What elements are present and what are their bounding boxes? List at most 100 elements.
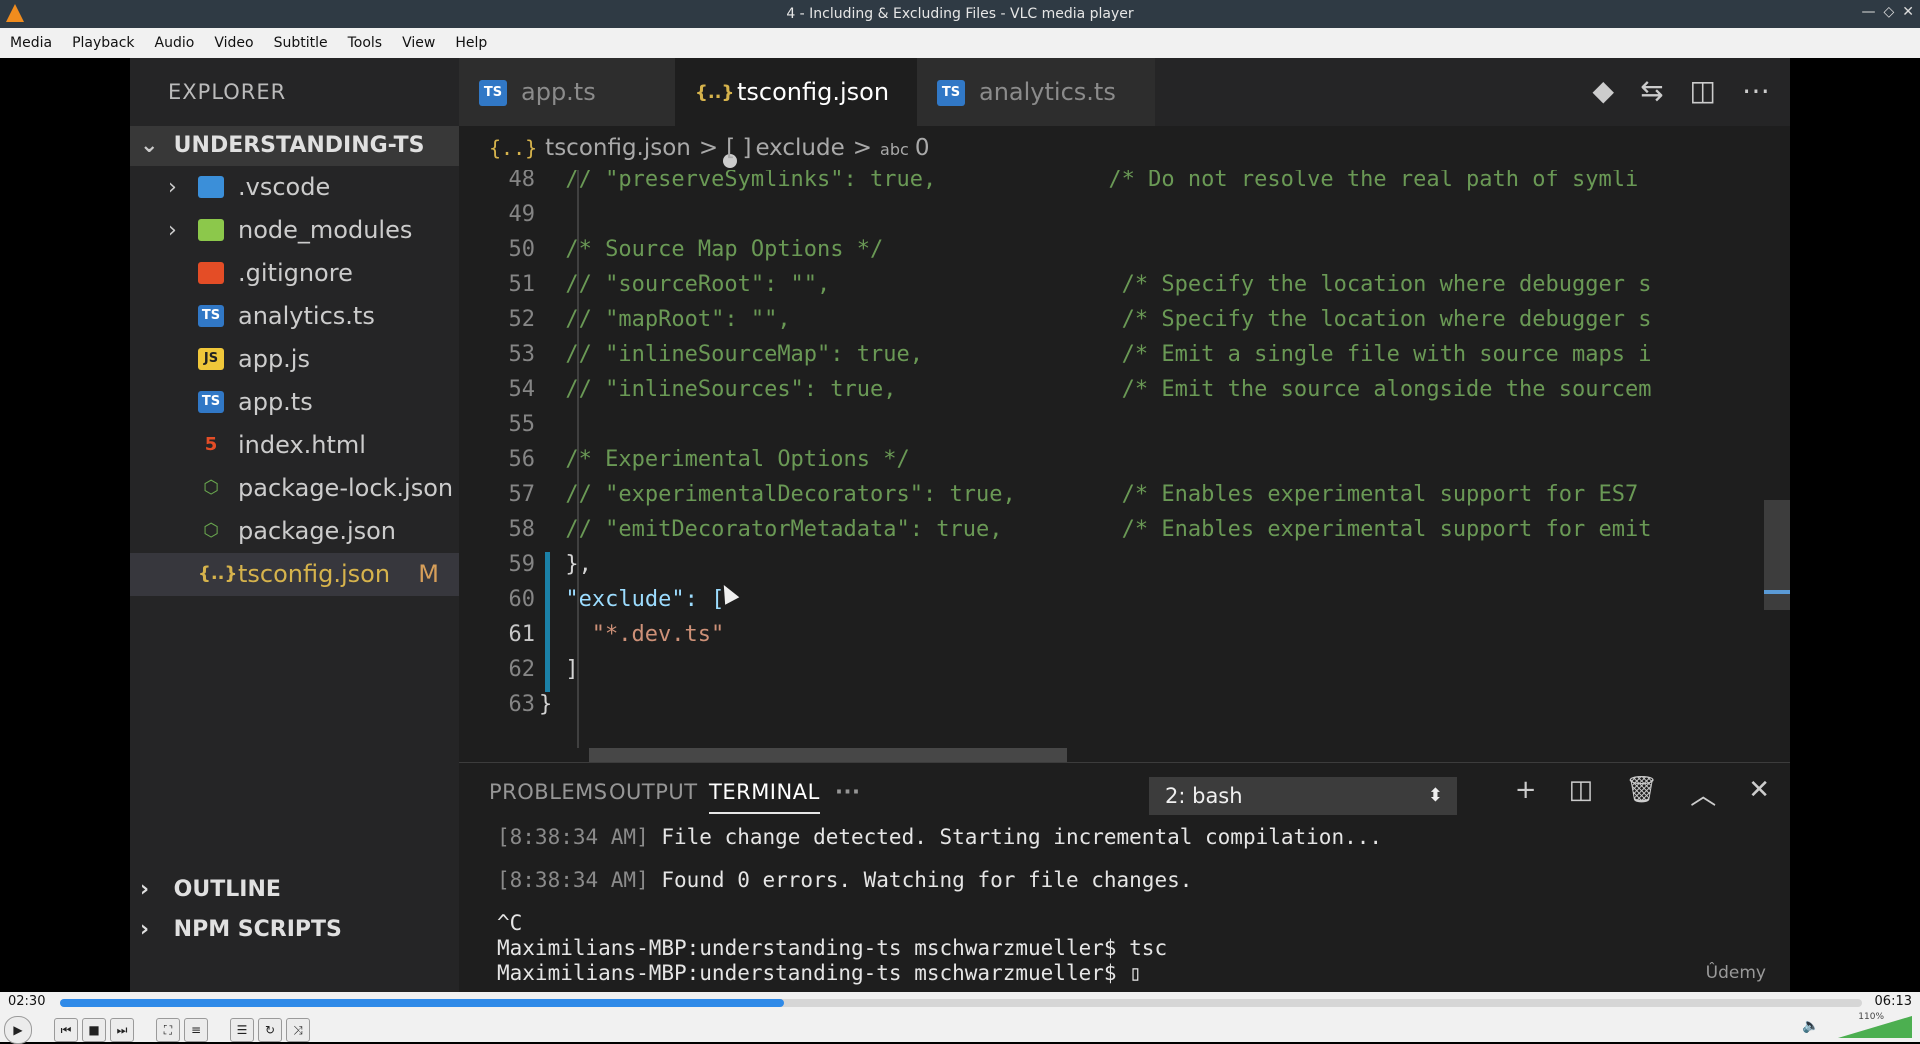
horizontal-scrollbar[interactable] bbox=[589, 748, 1067, 762]
code-line: 59}, bbox=[459, 547, 1790, 582]
tab-output[interactable]: OUTPUT bbox=[609, 780, 698, 804]
code-line: 63} bbox=[459, 687, 1790, 722]
compare-changes-icon[interactable]: ⇆ bbox=[1640, 74, 1663, 107]
terminal-text: Found 0 errors. Watching for file change… bbox=[648, 868, 1193, 892]
tree-item-label: app.js bbox=[238, 345, 310, 373]
terminal-output[interactable]: [8:38:34 AM] File change detected. Start… bbox=[497, 825, 1382, 986]
split-terminal-icon[interactable]: ◫ bbox=[1569, 775, 1594, 812]
loop-icon[interactable]: ↻ bbox=[258, 1018, 282, 1042]
npm-scripts-section[interactable]: › NPM SCRIPTS bbox=[130, 910, 469, 950]
json-icon: {..} bbox=[489, 136, 538, 160]
git-diamond-icon[interactable]: ◆ bbox=[1593, 74, 1615, 107]
folder-node-icon bbox=[198, 219, 224, 241]
speaker-icon[interactable]: 🔈 bbox=[1802, 1018, 1819, 1034]
fullscreen-icon[interactable]: ⛶ bbox=[156, 1018, 180, 1042]
line-number: 58 bbox=[508, 517, 536, 542]
tab-analytics-ts[interactable]: TS analytics.ts bbox=[917, 58, 1155, 126]
video-surface[interactable]: EXPLORER ⌄ UNDERSTANDING-TS › .vscode › nod… bbox=[0, 58, 1920, 992]
menu-audio[interactable]: Audio bbox=[145, 35, 205, 51]
menu-subtitle[interactable]: Subtitle bbox=[264, 35, 338, 51]
tab-app-ts[interactable]: TS app.ts bbox=[459, 58, 675, 126]
udemy-watermark: Ûdemy bbox=[1705, 963, 1766, 983]
code-text: ] bbox=[565, 657, 579, 682]
explorer-sidebar: EXPLORER ⌄ UNDERSTANDING-TS › .vscode › nod… bbox=[130, 58, 459, 992]
tree-item[interactable]: › node_modules bbox=[130, 209, 459, 252]
panel-more-icon[interactable]: ··· bbox=[835, 780, 860, 804]
close-panel-icon[interactable]: ✕ bbox=[1748, 775, 1770, 812]
tree-item-label: package.json bbox=[238, 517, 397, 545]
tree-item[interactable]: .gitignore bbox=[130, 252, 459, 295]
tab-problems[interactable]: PROBLEMS bbox=[489, 780, 608, 804]
line-number: 53 bbox=[508, 342, 536, 367]
minimize-icon[interactable]: — bbox=[1861, 4, 1875, 20]
previous-icon[interactable]: ⏮ bbox=[54, 1018, 78, 1042]
kill-terminal-icon[interactable]: 🗑 bbox=[1625, 775, 1658, 812]
line-number: 54 bbox=[508, 377, 536, 402]
breadcrumb-file[interactable]: tsconfig.json bbox=[545, 135, 691, 161]
chevron-right-icon: › bbox=[140, 917, 150, 942]
menu-view[interactable]: View bbox=[392, 35, 445, 51]
restore-icon[interactable]: ◇ bbox=[1883, 4, 1894, 20]
tree-item[interactable]: {..} tsconfig.json M bbox=[130, 553, 459, 596]
terminal-select[interactable]: 2: bash ⬍ bbox=[1149, 777, 1457, 815]
editor-tabs: TS app.ts {..} tsconfig.json TS analytics.t… bbox=[459, 58, 1790, 168]
split-editor-icon[interactable]: ◫ bbox=[1690, 74, 1716, 107]
folder-vscode-icon bbox=[198, 176, 224, 198]
tree-item-label: app.ts bbox=[238, 388, 313, 416]
seek-bar[interactable] bbox=[60, 999, 1862, 1007]
terminal-select-value: 2: bash bbox=[1165, 784, 1243, 808]
string-abc-icon: abc bbox=[880, 140, 909, 159]
menu-video[interactable]: Video bbox=[204, 35, 263, 51]
volume-slider[interactable]: 🔈 110% bbox=[1802, 1012, 1912, 1038]
tab-tsconfig-json[interactable]: {..} tsconfig.json bbox=[675, 58, 917, 168]
npm-icon: ⬡ bbox=[203, 477, 219, 498]
html5-icon: 5 bbox=[204, 434, 218, 455]
code-text: // "inlineSourceMap": true, /* Emit a si… bbox=[565, 342, 1652, 367]
overview-ruler-mark bbox=[1764, 590, 1790, 594]
code-editor[interactable]: 48 // "preserveSymlinks": true, /* Do not… bbox=[459, 170, 1790, 762]
extended-settings-icon[interactable]: ≡ bbox=[184, 1018, 208, 1042]
close-window-icon[interactable]: ✕ bbox=[1902, 4, 1914, 20]
terminal-line: Maximilians-MBP:understanding-ts mschwar… bbox=[497, 936, 1382, 961]
menu-media[interactable]: Media bbox=[0, 35, 62, 51]
tree-item[interactable]: JS app.js bbox=[130, 338, 459, 381]
line-number: 56 bbox=[508, 447, 536, 472]
tree-item[interactable]: › .vscode bbox=[130, 166, 459, 209]
line-number: 51 bbox=[508, 272, 536, 297]
code-line: 56 /* Experimental Options */ bbox=[459, 442, 1790, 477]
tree-item[interactable]: TS analytics.ts bbox=[130, 295, 459, 338]
json-icon: {..} bbox=[198, 563, 238, 584]
new-terminal-icon[interactable]: + bbox=[1515, 775, 1537, 812]
tab-terminal[interactable]: TERMINAL bbox=[709, 780, 820, 814]
shuffle-icon[interactable]: ⤨ bbox=[286, 1018, 310, 1042]
play-icon[interactable]: ▶ bbox=[4, 1016, 32, 1044]
menu-help[interactable]: Help bbox=[445, 35, 497, 51]
maximize-panel-icon[interactable]: ︿ bbox=[1690, 775, 1716, 812]
more-actions-icon[interactable]: ⋯ bbox=[1742, 74, 1770, 107]
code-line: 48 // "preserveSymlinks": true, /* Do not… bbox=[459, 170, 1790, 197]
code-line: 61 "*.dev.ts" bbox=[459, 617, 1790, 652]
tree-item[interactable]: ⬡ package-lock.json bbox=[130, 467, 459, 510]
typescript-icon: TS bbox=[479, 80, 507, 106]
project-section[interactable]: ⌄ UNDERSTANDING-TS bbox=[130, 126, 459, 166]
typescript-icon: TS bbox=[198, 305, 224, 327]
playlist-icon[interactable]: ☰ bbox=[230, 1018, 254, 1042]
breadcrumb-index[interactable]: 0 bbox=[915, 135, 930, 161]
terminal-line: Maximilians-MBP:understanding-ts mschwar… bbox=[497, 961, 1382, 986]
vscode-window: EXPLORER ⌄ UNDERSTANDING-TS › .vscode › nod… bbox=[130, 58, 1790, 992]
code-line: 55 bbox=[459, 407, 1790, 442]
code-text: } bbox=[539, 692, 553, 717]
tree-item[interactable]: 5 index.html bbox=[130, 424, 459, 467]
stop-icon[interactable]: ■ bbox=[82, 1018, 106, 1042]
outline-label: OUTLINE bbox=[173, 877, 281, 902]
menu-playback[interactable]: Playback bbox=[62, 35, 144, 51]
tree-item[interactable]: ⬡ package.json bbox=[130, 510, 459, 553]
tree-item[interactable]: TS app.ts bbox=[130, 381, 459, 424]
breadcrumb-key[interactable]: exclude bbox=[755, 135, 844, 161]
menu-tools[interactable]: Tools bbox=[338, 35, 393, 51]
menu-bar: Media Playback Audio Video Subtitle Tool… bbox=[0, 28, 1920, 59]
outline-section[interactable]: › OUTLINE bbox=[130, 870, 469, 910]
npm-scripts-label: NPM SCRIPTS bbox=[173, 917, 342, 942]
next-icon[interactable]: ⏭ bbox=[110, 1018, 134, 1042]
